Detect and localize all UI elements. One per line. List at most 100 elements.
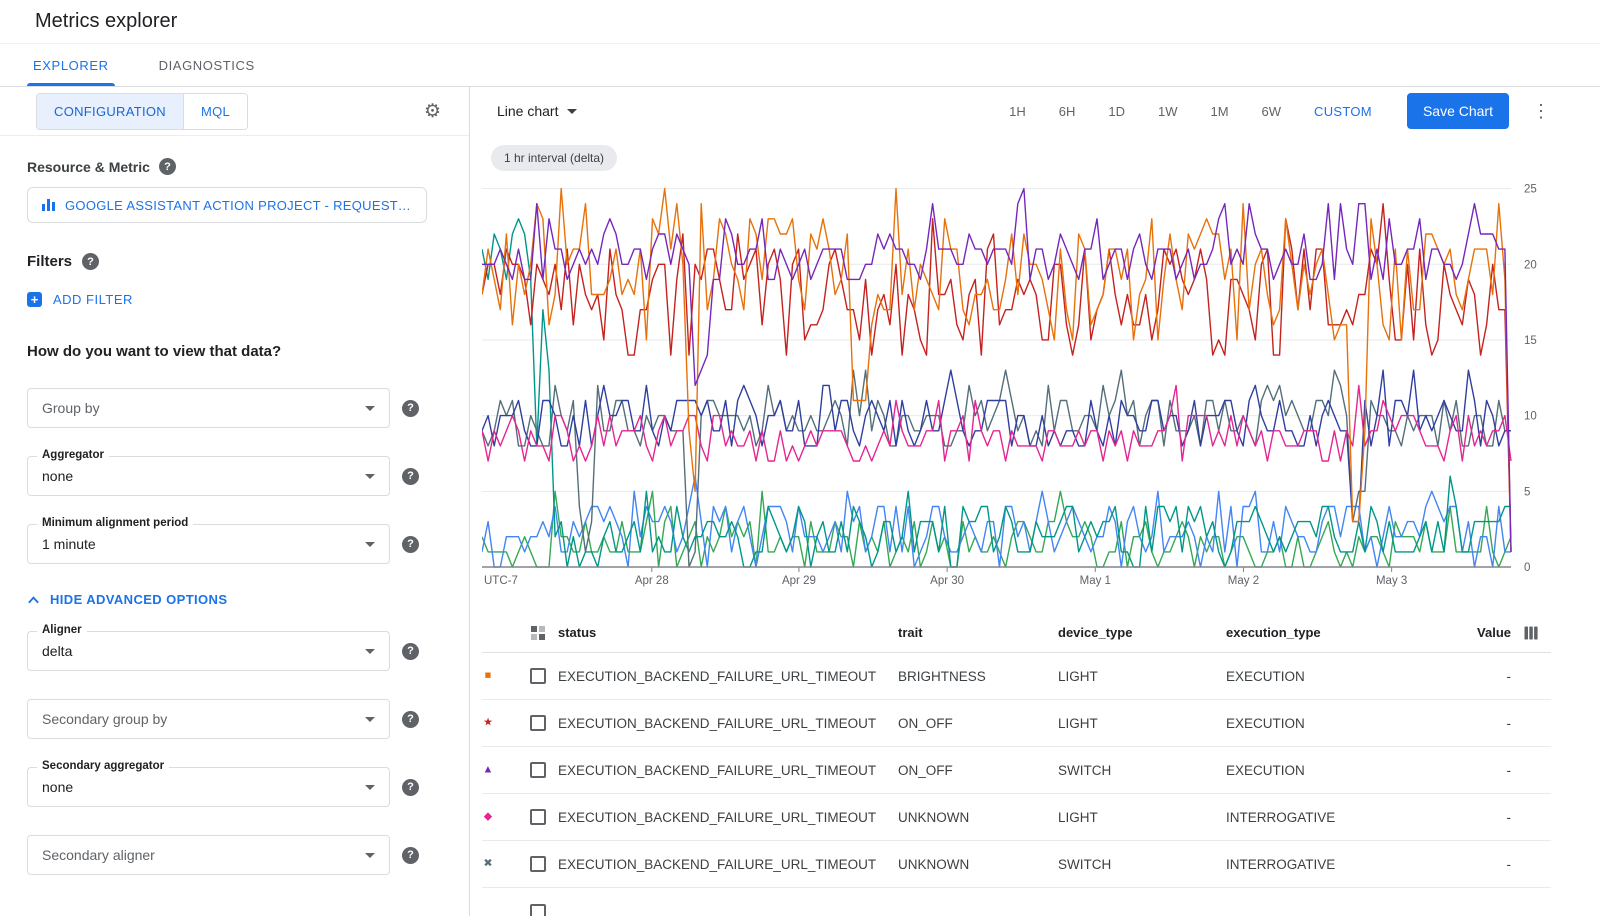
aligner-value: delta <box>42 643 72 659</box>
secondary-group-by-placeholder: Secondary group by <box>42 711 167 727</box>
row-checkbox[interactable] <box>530 856 546 872</box>
secondary-group-by-select[interactable]: Secondary group by <box>27 699 390 739</box>
chevron-down-icon <box>365 853 375 858</box>
range-1h[interactable]: 1H <box>1009 104 1026 119</box>
min-alignment-period-select[interactable]: Minimum alignment period 1 minute <box>27 524 390 564</box>
status-cell: EXECUTION_BACKEND_FAILURE_URL_TIMEOUT <box>558 716 898 731</box>
svg-text:UTC-7: UTC-7 <box>484 575 518 587</box>
help-icon[interactable]: ? <box>402 779 419 796</box>
execution-type-cell: EXECUTION <box>1226 669 1466 684</box>
save-chart-button[interactable]: Save Chart <box>1407 93 1509 129</box>
help-icon[interactable]: ? <box>402 400 419 417</box>
range-1d[interactable]: 1D <box>1108 104 1125 119</box>
help-icon[interactable]: ? <box>402 536 419 553</box>
aligner-select[interactable]: Aligner delta <box>27 631 390 671</box>
svg-text:5: 5 <box>1524 486 1530 498</box>
chart-area: Line chart 1H 6H 1D 1W 1M 6W CUSTOM Save… <box>470 87 1600 916</box>
trait-cell: ON_OFF <box>898 716 1058 731</box>
value-cell: - <box>1466 763 1511 778</box>
aggregator-select[interactable]: Aggregator none <box>27 456 390 496</box>
execution-type-cell: EXECUTION <box>1226 763 1466 778</box>
secondary-aggregator-value: none <box>42 779 73 795</box>
svg-text:15: 15 <box>1524 335 1537 347</box>
app-header: Metrics explorer <box>0 0 1600 44</box>
chevron-down-icon <box>365 717 375 722</box>
row-checkbox[interactable] <box>530 762 546 778</box>
svg-text:0: 0 <box>1524 562 1530 574</box>
svg-text:Apr 29: Apr 29 <box>782 575 816 587</box>
resource-metric-section: Resource & Metric ? <box>27 158 449 175</box>
panel-body: Resource & Metric ? GOOGLE ASSISTANT ACT… <box>0 136 469 875</box>
secondary-aligner-select[interactable]: Secondary aligner <box>27 835 390 875</box>
time-range-group: 1H 6H 1D 1W 1M 6W <box>1009 104 1281 119</box>
svg-text:25: 25 <box>1524 184 1537 196</box>
filters-section: Filters ? <box>27 253 449 270</box>
metric-selector-button[interactable]: GOOGLE ASSISTANT ACTION PROJECT - REQUES… <box>27 187 427 223</box>
svg-text:Apr 30: Apr 30 <box>930 575 964 587</box>
range-6h[interactable]: 6H <box>1059 104 1076 119</box>
column-execution-type[interactable]: execution_type <box>1226 625 1466 640</box>
execution-type-cell: INTERROGATIVE <box>1226 857 1466 872</box>
value-cell: - <box>1466 857 1511 872</box>
help-icon[interactable]: ? <box>402 847 419 864</box>
column-status[interactable]: status <box>558 625 898 640</box>
row-checkbox[interactable] <box>530 668 546 684</box>
add-filter-button[interactable]: + ADD FILTER <box>27 292 449 307</box>
select-series-icon[interactable] <box>530 625 546 641</box>
tab-explorer[interactable]: EXPLORER <box>27 44 115 86</box>
table-header: status trait device_type execution_type … <box>482 613 1551 653</box>
svg-text:20: 20 <box>1524 259 1537 271</box>
row-checkbox[interactable] <box>530 715 546 731</box>
configuration-panel: CONFIGURATION MQL ⚙ Resource & Metric ? … <box>0 87 470 916</box>
range-6w[interactable]: 6W <box>1262 104 1282 119</box>
column-settings-icon[interactable] <box>1523 625 1539 641</box>
help-icon[interactable]: ? <box>402 711 419 728</box>
filters-label: Filters <box>27 253 72 270</box>
chevron-up-icon <box>27 595 40 605</box>
tab-diagnostics[interactable]: DIAGNOSTICS <box>153 44 261 86</box>
caret-down-icon <box>567 109 577 114</box>
column-device-type[interactable]: device_type <box>1058 625 1226 640</box>
tab-bar: EXPLORER DIAGNOSTICS <box>0 44 1600 87</box>
svg-text:Apr 28: Apr 28 <box>635 575 669 587</box>
row-checkbox[interactable] <box>530 809 546 825</box>
page-title: Metrics explorer <box>35 10 177 33</box>
mql-tab-button[interactable]: MQL <box>183 94 247 129</box>
row-checkbox[interactable] <box>530 904 546 917</box>
trait-cell: UNKNOWN <box>898 857 1058 872</box>
min-alignment-period-label: Minimum alignment period <box>37 517 193 529</box>
device-type-cell: LIGHT <box>1058 716 1226 731</box>
help-icon[interactable]: ? <box>159 158 176 175</box>
table-row: ◆ EXECUTION_BACKEND_FAILURE_URL_TIMEOUT … <box>482 794 1551 841</box>
device-type-cell: LIGHT <box>1058 810 1226 825</box>
configuration-tab-button[interactable]: CONFIGURATION <box>37 94 183 129</box>
range-1m[interactable]: 1M <box>1210 104 1228 119</box>
settings-gear-icon[interactable]: ⚙ <box>418 101 447 122</box>
secondary-aggregator-label: Secondary aggregator <box>37 760 169 772</box>
range-custom[interactable]: CUSTOM <box>1314 104 1372 119</box>
help-icon[interactable]: ? <box>402 643 419 660</box>
table-row: ■ EXECUTION_BACKEND_FAILURE_URL_TIMEOUT … <box>482 653 1551 700</box>
chart-type-label: Line chart <box>497 103 558 119</box>
column-value[interactable]: Value <box>1466 625 1511 640</box>
secondary-aggregator-select[interactable]: Secondary aggregator none <box>27 767 390 807</box>
status-cell: EXECUTION_BACKEND_FAILURE_URL_TIMEOUT <box>558 763 898 778</box>
add-filter-label: ADD FILTER <box>53 292 133 307</box>
value-cell: - <box>1466 716 1511 731</box>
group-by-select[interactable]: Group by <box>27 388 390 428</box>
svg-text:10: 10 <box>1524 411 1537 423</box>
line-chart[interactable]: 0510152025UTC-7Apr 28Apr 29Apr 30May 1Ma… <box>482 175 1567 589</box>
help-icon[interactable]: ? <box>82 253 99 270</box>
help-icon[interactable]: ? <box>402 468 419 485</box>
hide-advanced-options-link[interactable]: HIDE ADVANCED OPTIONS <box>27 592 449 607</box>
chevron-down-icon <box>365 785 375 790</box>
table-row: ★ EXECUTION_BACKEND_FAILURE_URL_TIMEOUT … <box>482 700 1551 747</box>
more-vert-icon[interactable]: ⋮ <box>1526 101 1556 121</box>
aggregator-value: none <box>42 468 73 484</box>
status-cell: EXECUTION_BACKEND_FAILURE_URL_TIMEOUT <box>558 857 898 872</box>
chevron-down-icon <box>365 649 375 654</box>
column-trait[interactable]: trait <box>898 625 1058 640</box>
svg-text:May 1: May 1 <box>1080 575 1111 587</box>
chart-type-select[interactable]: Line chart <box>497 103 577 119</box>
range-1w[interactable]: 1W <box>1158 104 1178 119</box>
